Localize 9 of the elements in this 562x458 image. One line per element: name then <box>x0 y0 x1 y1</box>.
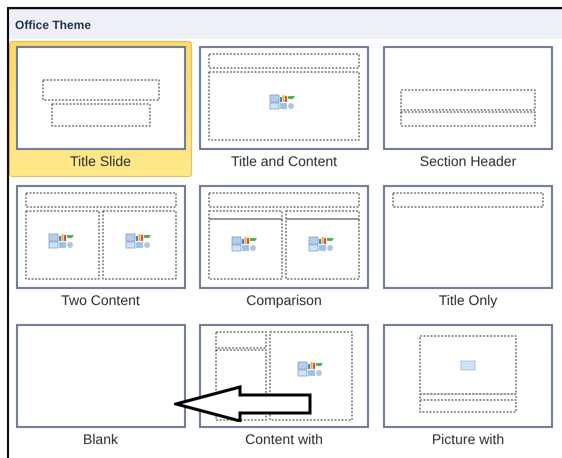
layout-option[interactable]: Title Only <box>376 180 560 316</box>
layout-option[interactable]: Picture with <box>376 319 560 455</box>
layout-option[interactable]: Section Header <box>376 41 560 177</box>
layout-option[interactable]: Two Content <box>9 180 192 316</box>
layout-option[interactable]: Comparison <box>192 180 376 316</box>
layout-option[interactable]: Title and Content <box>192 41 376 177</box>
layout-option[interactable]: Title Slide <box>9 41 192 177</box>
layout-option[interactable]: Blank <box>9 319 192 455</box>
gallery-title: Office Theme <box>15 16 92 34</box>
